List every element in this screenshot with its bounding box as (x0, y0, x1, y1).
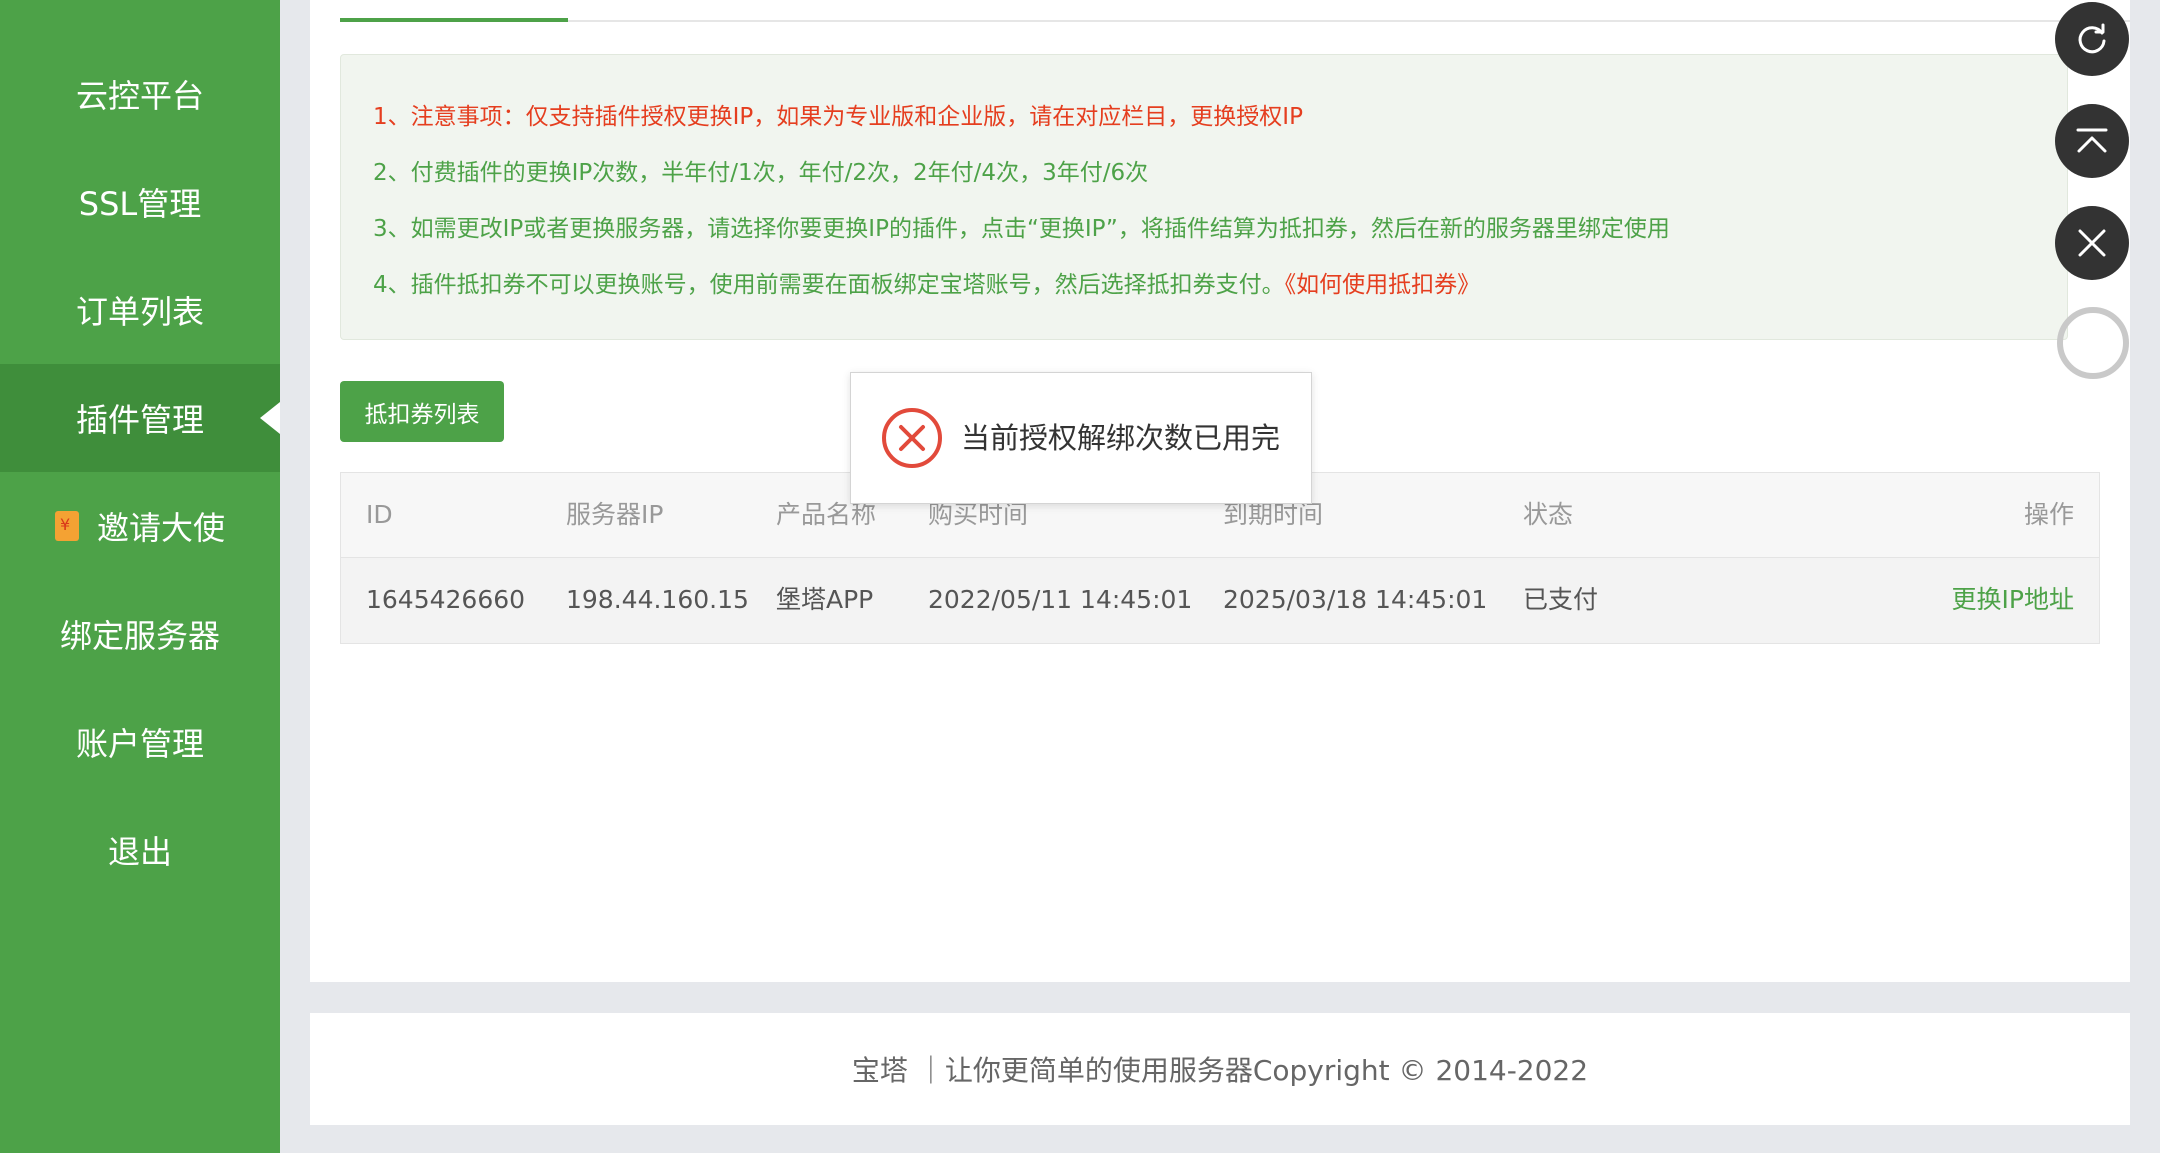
coupon-help-link[interactable]: 《如何使用抵扣券》 (1285, 272, 1481, 298)
cell-expire-time: 2025/03/18 14:45:01 (1223, 585, 1488, 614)
red-envelope-icon (54, 511, 79, 541)
column-header-id: ID (366, 500, 393, 529)
footer: 宝塔 ｜让你更简单的使用服务器Copyright © 2014-2022 (310, 1013, 2130, 1125)
back-to-top-icon (2076, 128, 2108, 153)
cell-buy-time: 2022/05/11 14:45:01 (928, 585, 1193, 614)
sidebar-item-invite[interactable]: 邀请大使 (0, 472, 280, 580)
table-row: 1645426660 198.44.160.15 堡塔APP 2022/05/1… (341, 558, 2099, 643)
cell-id: 1645426660 (366, 585, 526, 614)
refresh-icon (2078, 23, 2106, 54)
sidebar-item-plugins[interactable]: 插件管理 (0, 364, 280, 472)
error-circle-icon (882, 408, 942, 468)
refresh-button[interactable] (2055, 2, 2129, 76)
sidebar-item-label: 绑定服务器 (59, 617, 220, 655)
notice-line-3: 3、如需更改IP或者更换服务器，请选择你要更换IP的插件，点击“更换IP”，将插… (373, 216, 1670, 242)
sidebar: 云控平台 SSL管理 订单列表 插件管理 邀请大使 绑定服务器 账户管理 退出 (0, 0, 280, 1153)
close-icon (2078, 229, 2106, 257)
sidebar-item-label: 云控平台 (75, 77, 204, 115)
notice-line-4: 4、插件抵扣券不可以更换账号，使用前需要在面板绑定宝塔账号，然后选择抵扣券支付。… (373, 265, 1480, 299)
footer-text: 宝塔 ｜让你更简单的使用服务器Copyright © 2014-2022 (851, 1054, 1589, 1087)
column-header-status: 状态 (1523, 500, 1574, 529)
sidebar-item-label: 邀请大使 (96, 509, 225, 547)
close-button[interactable] (2055, 206, 2129, 280)
loading-ring (2057, 307, 2129, 379)
coupon-list-button[interactable]: 抵扣券列表 (340, 381, 504, 442)
sidebar-item-logout[interactable]: 退出 (0, 796, 280, 904)
cell-product: 堡塔APP (776, 585, 874, 614)
cell-server-ip: 198.44.160.15 (566, 585, 749, 614)
sidebar-item-label: 插件管理 (75, 401, 204, 439)
back-to-top-button[interactable] (2055, 104, 2129, 178)
tab-divider (340, 20, 2130, 22)
sidebar-item-orders[interactable]: 订单列表 (0, 256, 280, 364)
sidebar-item-bind-server[interactable]: 绑定服务器 (0, 580, 280, 688)
column-header-action: 操作 (2023, 500, 2074, 529)
notice-line-2: 2、付费插件的更换IP次数，半年付/1次，年付/2次，2年付/4次，3年付/6次 (373, 160, 1149, 186)
notice-line-4-text: 4、插件抵扣券不可以更换账号，使用前需要在面板绑定宝塔账号，然后选择抵扣券支付。 (373, 272, 1285, 298)
notice-box: 1、注意事项：仅支持插件授权更换IP，如果为专业版和企业版，请在对应栏目，更换授… (340, 54, 2068, 340)
sidebar-item-label: SSL管理 (78, 185, 202, 223)
error-toast: 当前授权解绑次数已用完 (850, 372, 1312, 504)
notice-line-1: 1、注意事项：仅支持插件授权更换IP，如果为专业版和企业版，请在对应栏目，更换授… (373, 104, 1303, 130)
sidebar-item-label: 退出 (107, 833, 172, 871)
sidebar-item-label: 订单列表 (75, 293, 204, 331)
sidebar-item-label: 账户管理 (75, 725, 204, 763)
cell-status: 已支付 (1523, 585, 1599, 614)
column-header-server-ip: 服务器IP (566, 500, 664, 529)
sidebar-item-cloud-control[interactable]: 云控平台 (0, 40, 280, 148)
sidebar-item-account[interactable]: 账户管理 (0, 688, 280, 796)
tab-active-indicator (340, 18, 568, 22)
sidebar-item-ssl[interactable]: SSL管理 (0, 148, 280, 256)
change-ip-link[interactable]: 更换IP地址 (1952, 558, 2074, 642)
toast-message: 当前授权解绑次数已用完 (961, 421, 1281, 455)
